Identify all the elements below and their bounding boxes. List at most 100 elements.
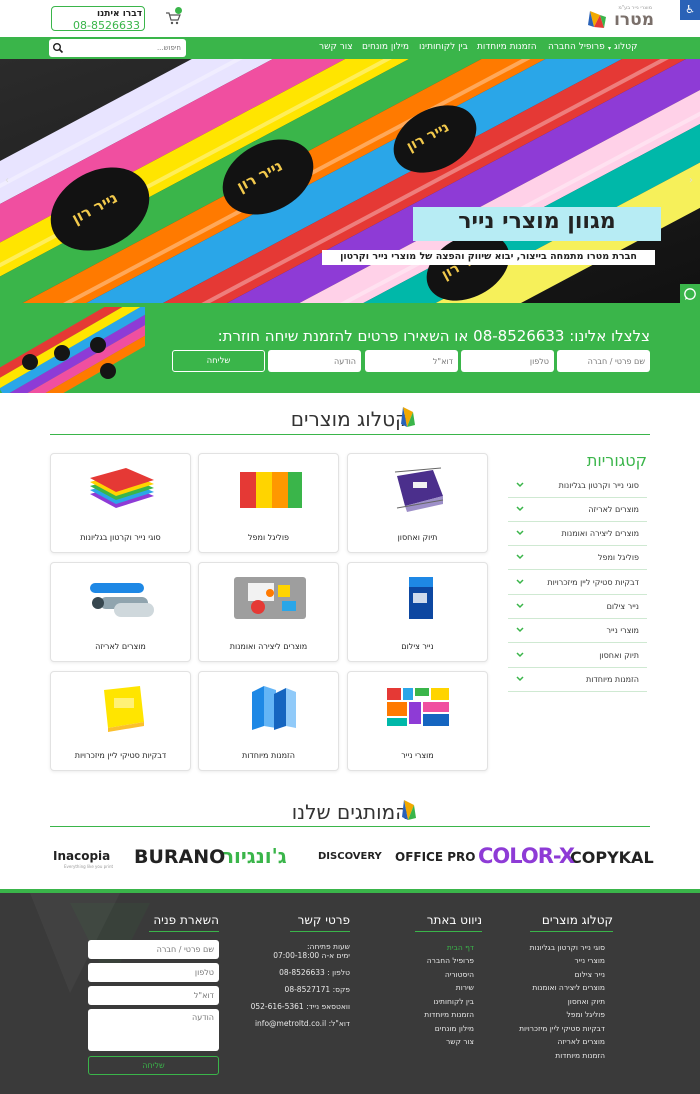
search-icon[interactable]	[52, 42, 64, 54]
logo[interactable]: מטרו מוצרי נייר בע"מ	[588, 5, 654, 32]
footer-catalog-title: קטלוג מוצרים	[541, 913, 613, 927]
footer-link[interactable]: פרופיל החברה	[427, 956, 474, 965]
product-card[interactable]: הזמנות מיוחדות	[198, 671, 339, 771]
nav-item-contact[interactable]: צור קשר	[319, 42, 353, 52]
category-item[interactable]: פוליגל ומפל	[508, 546, 647, 570]
chevron-down-icon	[516, 603, 524, 609]
category-item[interactable]: מוצרי נייר	[508, 619, 647, 643]
product-caption: תיוק ואחסון	[397, 533, 438, 542]
product-card[interactable]: מוצרי נייר	[347, 671, 488, 771]
divider	[415, 931, 482, 932]
contact-email[interactable]: דוא"ל: info@metroltd.co.il	[255, 1019, 350, 1028]
brand-logo[interactable]: COPYKAL	[570, 848, 654, 867]
nav-item-special-orders[interactable]: הזמנות מיוחדות	[477, 42, 537, 52]
category-item[interactable]: הזמנות מיוחדות	[508, 668, 647, 692]
submit-button[interactable]: שליחה	[172, 350, 265, 372]
nav-item-profile[interactable]: פרופיל החברה	[548, 42, 605, 52]
search-input[interactable]	[65, 41, 181, 55]
category-item[interactable]: דבקיות סטיקי ליין מיזכרויות	[508, 571, 647, 595]
brand-logo[interactable]: BURANO	[134, 846, 225, 868]
footer-link[interactable]: מוצרים ליצירה ואומנות	[532, 983, 605, 992]
logo-text: מטרו	[614, 10, 654, 30]
footer-link[interactable]: סוגי נייר וקרטון בגליונות	[530, 943, 605, 952]
product-caption: סוגי נייר וקרטון בגליונות	[80, 533, 161, 542]
footer-message-field[interactable]	[88, 1009, 219, 1051]
call-phone[interactable]: 08-8526633	[52, 19, 140, 32]
brand-logo[interactable]: OFFICE PRO	[395, 850, 475, 864]
contact-phone[interactable]: טלפון : 08-8526633	[279, 968, 350, 977]
brands-title: המותגים שלנו	[291, 800, 409, 824]
brand-logo[interactable]: DISCOVERY	[318, 851, 382, 862]
footer-name-field[interactable]	[88, 940, 219, 959]
copy-paper-image	[409, 577, 433, 619]
nav-item-catalog[interactable]: קטלוג	[614, 42, 638, 52]
footer-link[interactable]: בין לקוחותינו	[433, 997, 474, 1006]
footer-email-field[interactable]	[88, 986, 219, 1005]
chevron-down-icon: ▾	[608, 45, 612, 52]
product-card[interactable]: דבקיות סטיקי ליין מיזכרויות	[50, 671, 191, 771]
category-item[interactable]: מוצרים לאריזה	[508, 498, 647, 522]
footer-submit-button[interactable]: שליחה	[88, 1056, 219, 1075]
packaging-image	[90, 583, 154, 617]
footer-link[interactable]: הזמנות מיוחדות	[555, 1051, 605, 1060]
nav-item-glossary[interactable]: מילון מונחים	[362, 42, 409, 52]
product-card[interactable]: נייר צילום	[347, 562, 488, 662]
footer-phone-field[interactable]	[88, 963, 219, 982]
footer-link[interactable]: דבקיות סטיקי ליין מיזכרויות	[519, 1024, 605, 1033]
whatsapp-icon[interactable]	[680, 284, 700, 304]
divider	[50, 434, 650, 435]
site-header: מטרו מוצרי נייר בע"מ ♿ דברו איתנו 08-852…	[0, 0, 700, 37]
product-card[interactable]: תיוק ואחסון	[347, 453, 488, 553]
footer-link[interactable]: היסטוריה	[445, 970, 474, 979]
footer-contact-title: פרטי קשר	[297, 913, 350, 927]
product-caption: מוצרי נייר	[401, 751, 434, 760]
footer-link[interactable]: הזמנות מיוחדות	[424, 1010, 474, 1019]
paper-rolls-image	[0, 307, 145, 393]
footer-link[interactable]: מילון מונחים	[435, 1024, 474, 1033]
footer-nav-title: ניווט באתר	[426, 913, 482, 927]
footer-link[interactable]: מוצרים לאריזה	[557, 1037, 605, 1046]
footer-link[interactable]: מוצרי נייר	[575, 956, 605, 965]
sticky-notes-image	[104, 686, 144, 732]
footer-link[interactable]: נייר צילום	[575, 970, 605, 979]
title-flag-icon	[401, 407, 415, 427]
footer-link[interactable]: דף הבית	[447, 943, 474, 952]
phone-field[interactable]	[461, 350, 554, 372]
paper-sheets-image	[90, 468, 154, 508]
product-card[interactable]: מוצרים ליצירה ואומנות	[198, 562, 339, 662]
slider-next-icon[interactable]: ›	[689, 175, 693, 186]
hero-subtitle: חברת מטרו מתמחה בייצור, יבוא שיווק והפצה…	[340, 251, 637, 262]
footer-link[interactable]: תיוק ואחסון	[568, 997, 605, 1006]
footer-link[interactable]: צור קשר	[446, 1037, 474, 1046]
brand-logo[interactable]: ג'ונגיור	[222, 844, 287, 868]
email-field[interactable]	[365, 350, 458, 372]
product-card[interactable]: סוגי נייר וקרטון בגליונות	[50, 453, 191, 553]
brand-logo[interactable]: Inacopia	[53, 849, 110, 863]
call-us-box[interactable]: דברו איתנו 08-8526633	[51, 6, 145, 32]
product-card[interactable]: מוצרים לאריזה	[50, 562, 191, 662]
chevron-down-icon	[516, 627, 524, 633]
category-item[interactable]: נייר צילום	[508, 595, 647, 619]
category-item[interactable]: סוגי נייר וקרטון בגליונות	[508, 474, 647, 498]
accessibility-icon[interactable]: ♿	[680, 0, 700, 20]
logo-tagline: מוצרי נייר בע"מ	[618, 5, 652, 11]
chevron-down-icon	[516, 482, 524, 488]
brand-logo[interactable]: COLOR-X	[478, 844, 575, 868]
catalog-title: קטלוג מוצרים	[290, 407, 410, 431]
category-item[interactable]: מוצרים ליצירה ואומנות	[508, 522, 647, 546]
filing-box-image	[394, 467, 444, 512]
slider-prev-icon[interactable]: ‹	[5, 175, 9, 186]
chevron-down-icon	[516, 530, 524, 536]
contact-whatsapp[interactable]: וואטסאפ נייד: 052-616-5361	[251, 1002, 350, 1011]
contact-fax: פקס: 08-8527171	[284, 985, 350, 994]
craft-products-image	[234, 577, 306, 619]
cart-icon[interactable]	[165, 7, 182, 25]
categories-title: קטגוריות	[586, 451, 647, 470]
message-field[interactable]	[268, 350, 361, 372]
footer-link[interactable]: פוליגל ומפל	[567, 1010, 606, 1019]
name-field[interactable]	[557, 350, 650, 372]
footer-link[interactable]: שירות	[456, 983, 474, 992]
nav-item-clients[interactable]: בין לקוחותינו	[419, 42, 468, 52]
category-item[interactable]: תיוק ואחסון	[508, 644, 647, 668]
product-card[interactable]: פוליגל ומפל	[198, 453, 339, 553]
